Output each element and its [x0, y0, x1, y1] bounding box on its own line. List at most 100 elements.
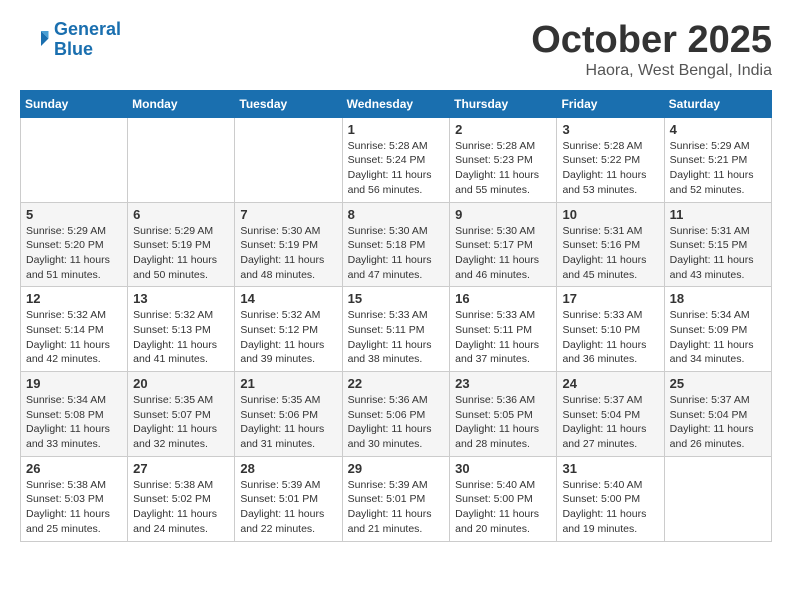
- day-info: Sunrise: 5:40 AM Sunset: 5:00 PM Dayligh…: [562, 478, 658, 537]
- day-number: 27: [133, 461, 229, 476]
- day-number: 15: [348, 291, 445, 306]
- day-number: 23: [455, 376, 551, 391]
- calendar-cell: 20Sunrise: 5:35 AM Sunset: 5:07 PM Dayli…: [128, 372, 235, 457]
- day-info: Sunrise: 5:39 AM Sunset: 5:01 PM Dayligh…: [240, 478, 336, 537]
- day-number: 4: [670, 122, 766, 137]
- day-number: 2: [455, 122, 551, 137]
- day-number: 13: [133, 291, 229, 306]
- day-info: Sunrise: 5:37 AM Sunset: 5:04 PM Dayligh…: [670, 393, 766, 452]
- calendar-cell: 17 Sunrise: 5:33 AM Sunset: 5:10 PM Dayli…: [557, 287, 664, 372]
- calendar-cell: 4 Sunrise: 5:29 AM Sunset: 5:21 PM Daylig…: [664, 117, 771, 202]
- day-number: 16: [455, 291, 551, 306]
- weekday-header: Tuesday: [235, 90, 342, 117]
- day-info: Sunrise: 5:39 AM Sunset: 5:01 PM Dayligh…: [348, 478, 445, 537]
- calendar-cell: 1 Sunrise: 5:28 AM Sunset: 5:24 PM Daylig…: [342, 117, 450, 202]
- day-info: Sunrise: 5:34 AM Sunset: 5:09 PM Dayligh…: [670, 308, 766, 367]
- calendar-cell: 28 Sunrise: 5:39 AM Sunset: 5:01 PM Dayli…: [235, 456, 342, 541]
- day-info: Sunrise: 5:30 AM Sunset: 5:17 PM Dayligh…: [455, 224, 551, 283]
- day-number: 24: [562, 376, 658, 391]
- day-info: Sunrise: 5:38 AM Sunset: 5:03 PM Dayligh…: [26, 478, 122, 537]
- day-number: 22: [348, 376, 445, 391]
- day-number: 5: [26, 207, 122, 222]
- calendar-cell: 15Sunrise: 5:33 AM Sunset: 5:11 PM Dayli…: [342, 287, 450, 372]
- logo-text: General Blue: [54, 20, 121, 60]
- day-info: Sunrise: 5:36 AM Sunset: 5:05 PM Dayligh…: [455, 393, 551, 452]
- day-info: Sunrise: 5:38 AM Sunset: 5:02 PM Dayligh…: [133, 478, 229, 537]
- logo: General Blue: [20, 20, 121, 60]
- day-info: Sunrise: 5:29 AM Sunset: 5:19 PM Dayligh…: [133, 224, 229, 283]
- calendar-cell: 5 Sunrise: 5:29 AM Sunset: 5:20 PM Daylig…: [21, 202, 128, 287]
- calendar-cell: 8 Sunrise: 5:30 AM Sunset: 5:18 PM Daylig…: [342, 202, 450, 287]
- calendar-cell: 16 Sunrise: 5:33 AM Sunset: 5:11 PM Dayli…: [450, 287, 557, 372]
- calendar-cell: [664, 456, 771, 541]
- calendar-cell: [128, 117, 235, 202]
- day-info: Sunrise: 5:28 AM Sunset: 5:23 PM Dayligh…: [455, 139, 551, 198]
- day-number: 19: [26, 376, 122, 391]
- day-number: 28: [240, 461, 336, 476]
- location-subtitle: Haora, West Bengal, India: [531, 62, 772, 80]
- calendar-cell: [235, 117, 342, 202]
- calendar-header-row: SundayMondayTuesdayWednesdayThursdayFrid…: [21, 90, 772, 117]
- day-info: Sunrise: 5:36 AM Sunset: 5:06 PM Dayligh…: [348, 393, 445, 452]
- day-info: Sunrise: 5:29 AM Sunset: 5:20 PM Dayligh…: [26, 224, 122, 283]
- day-number: 7: [240, 207, 336, 222]
- weekday-header: Wednesday: [342, 90, 450, 117]
- calendar-cell: 21 Sunrise: 5:35 AM Sunset: 5:06 PM Dayli…: [235, 372, 342, 457]
- day-info: Sunrise: 5:31 AM Sunset: 5:16 PM Dayligh…: [562, 224, 658, 283]
- calendar-cell: 23 Sunrise: 5:36 AM Sunset: 5:05 PM Dayli…: [450, 372, 557, 457]
- day-info: Sunrise: 5:32 AM Sunset: 5:14 PM Dayligh…: [26, 308, 122, 367]
- day-number: 12: [26, 291, 122, 306]
- day-info: Sunrise: 5:28 AM Sunset: 5:24 PM Dayligh…: [348, 139, 445, 198]
- calendar-cell: 26 Sunrise: 5:38 AM Sunset: 5:03 PM Dayli…: [21, 456, 128, 541]
- day-number: 11: [670, 207, 766, 222]
- day-number: 21: [240, 376, 336, 391]
- day-number: 1: [348, 122, 445, 137]
- logo-line1: General: [54, 19, 121, 39]
- day-number: 30: [455, 461, 551, 476]
- weekday-header: Thursday: [450, 90, 557, 117]
- calendar-cell: [21, 117, 128, 202]
- calendar-cell: 3 Sunrise: 5:28 AM Sunset: 5:22 PM Daylig…: [557, 117, 664, 202]
- calendar-cell: 2 Sunrise: 5:28 AM Sunset: 5:23 PM Daylig…: [450, 117, 557, 202]
- calendar-cell: 30 Sunrise: 5:40 AM Sunset: 5:00 PM Dayli…: [450, 456, 557, 541]
- day-info: Sunrise: 5:29 AM Sunset: 5:21 PM Dayligh…: [670, 139, 766, 198]
- calendar-cell: 31 Sunrise: 5:40 AM Sunset: 5:00 PM Dayli…: [557, 456, 664, 541]
- day-number: 3: [562, 122, 658, 137]
- day-info: Sunrise: 5:31 AM Sunset: 5:15 PM Dayligh…: [670, 224, 766, 283]
- day-info: Sunrise: 5:28 AM Sunset: 5:22 PM Dayligh…: [562, 139, 658, 198]
- day-number: 25: [670, 376, 766, 391]
- day-number: 17: [562, 291, 658, 306]
- calendar-cell: 29 Sunrise: 5:39 AM Sunset: 5:01 PM Dayli…: [342, 456, 450, 541]
- header: General Blue October 2025 Haora, West Be…: [20, 20, 772, 80]
- day-number: 31: [562, 461, 658, 476]
- calendar-cell: 9 Sunrise: 5:30 AM Sunset: 5:17 PM Daylig…: [450, 202, 557, 287]
- calendar-cell: 18Sunrise: 5:34 AM Sunset: 5:09 PM Dayli…: [664, 287, 771, 372]
- day-info: Sunrise: 5:33 AM Sunset: 5:10 PM Dayligh…: [562, 308, 658, 367]
- day-info: Sunrise: 5:40 AM Sunset: 5:00 PM Dayligh…: [455, 478, 551, 537]
- logo-line2: Blue: [54, 40, 121, 60]
- calendar-cell: 7 Sunrise: 5:30 AM Sunset: 5:19 PM Daylig…: [235, 202, 342, 287]
- logo-icon: [20, 25, 50, 55]
- weekday-header: Sunday: [21, 90, 128, 117]
- calendar-row: 19Sunrise: 5:34 AM Sunset: 5:08 PM Dayli…: [21, 372, 772, 457]
- day-number: 8: [348, 207, 445, 222]
- calendar-cell: 19Sunrise: 5:34 AM Sunset: 5:08 PM Dayli…: [21, 372, 128, 457]
- month-title: October 2025: [531, 20, 772, 62]
- day-info: Sunrise: 5:35 AM Sunset: 5:06 PM Dayligh…: [240, 393, 336, 452]
- calendar-cell: 22 Sunrise: 5:36 AM Sunset: 5:06 PM Dayli…: [342, 372, 450, 457]
- day-number: 10: [562, 207, 658, 222]
- day-info: Sunrise: 5:30 AM Sunset: 5:19 PM Dayligh…: [240, 224, 336, 283]
- calendar: SundayMondayTuesdayWednesdayThursdayFrid…: [20, 90, 772, 542]
- day-info: Sunrise: 5:33 AM Sunset: 5:11 PM Dayligh…: [455, 308, 551, 367]
- day-info: Sunrise: 5:30 AM Sunset: 5:18 PM Dayligh…: [348, 224, 445, 283]
- calendar-row: 12 Sunrise: 5:32 AM Sunset: 5:14 PM Dayli…: [21, 287, 772, 372]
- calendar-row: 5 Sunrise: 5:29 AM Sunset: 5:20 PM Daylig…: [21, 202, 772, 287]
- day-number: 26: [26, 461, 122, 476]
- calendar-cell: 24Sunrise: 5:37 AM Sunset: 5:04 PM Dayli…: [557, 372, 664, 457]
- title-area: October 2025 Haora, West Bengal, India: [531, 20, 772, 80]
- day-number: 29: [348, 461, 445, 476]
- calendar-cell: 13Sunrise: 5:32 AM Sunset: 5:13 PM Dayli…: [128, 287, 235, 372]
- calendar-cell: 10 Sunrise: 5:31 AM Sunset: 5:16 PM Dayli…: [557, 202, 664, 287]
- day-number: 9: [455, 207, 551, 222]
- calendar-row: 26 Sunrise: 5:38 AM Sunset: 5:03 PM Dayli…: [21, 456, 772, 541]
